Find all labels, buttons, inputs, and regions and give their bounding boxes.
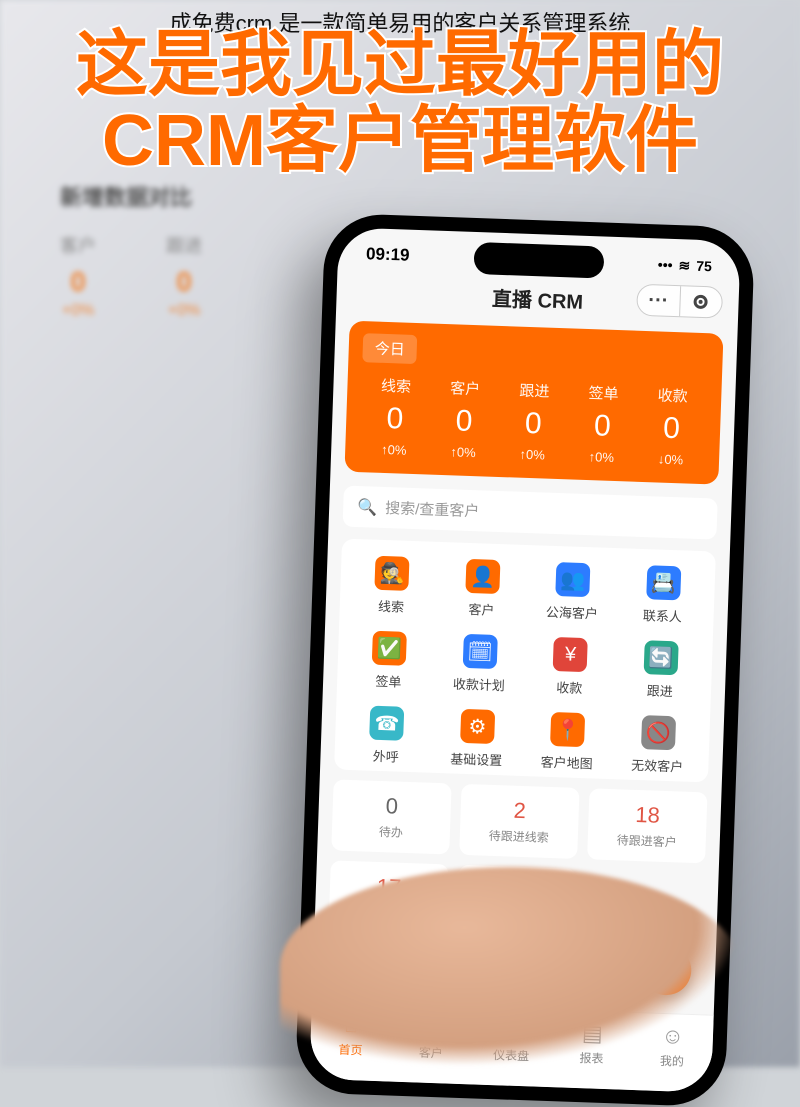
module-icon: 📍 (550, 712, 585, 747)
search-placeholder: 搜索/查重客户 (385, 497, 480, 521)
stat-col-1[interactable]: 客户 0 ↑0% (428, 377, 500, 461)
module-icon: 👤 (465, 559, 500, 594)
headline: 这是我见过最好用的CRM客户管理软件 (0, 28, 800, 179)
search-icon: 🔍 (357, 497, 378, 518)
module-收款计划[interactable]: 🗓 收款计划 (433, 633, 526, 695)
module-收款[interactable]: ¥ 收款 (524, 636, 617, 698)
module-客户地图[interactable]: 📍 客户地图 (521, 711, 614, 773)
search-input[interactable]: 🔍 搜索/查重客户 (343, 486, 718, 540)
page-title: 直播 CRM (492, 283, 584, 315)
module-icon: ☎ (369, 706, 404, 741)
module-icon: 🕵 (375, 556, 410, 591)
today-label[interactable]: 今日 (362, 333, 417, 364)
menu-icon[interactable]: ··· (637, 285, 681, 316)
stat-col-2[interactable]: 跟进 0 ↑0% (497, 379, 569, 463)
module-联系人[interactable]: 📇 联系人 (617, 564, 710, 626)
module-线索[interactable]: 🕵 线索 (346, 555, 439, 617)
stat-col-0[interactable]: 线索 0 ↑0% (359, 374, 431, 458)
module-跟进[interactable]: 🔄 跟进 (614, 639, 707, 701)
module-公海客户[interactable]: 👥 公海客户 (526, 561, 619, 623)
battery-level: 75 (696, 258, 712, 275)
tile-2[interactable]: 18 待跟进客户 (587, 788, 707, 863)
tile-0[interactable]: 0 待办 (331, 779, 451, 854)
module-签单[interactable]: ✅ 签单 (343, 630, 436, 692)
signal-icon: ••• (658, 256, 673, 273)
module-grid: 🕵 线索 👤 客户 👥 公海客户 📇 联系人 ✅ 签单 🗓 收款计划 ¥ 收款 … (334, 539, 716, 783)
module-基础设置[interactable]: ⚙ 基础设置 (431, 708, 524, 770)
tile-1[interactable]: 2 待跟进线索 (459, 784, 579, 859)
module-icon: ¥ (553, 637, 588, 672)
module-icon: ⚙ (460, 709, 495, 744)
miniprogram-capsule[interactable]: ··· (636, 284, 723, 319)
status-time: 09:19 (366, 244, 410, 266)
module-icon: 🚫 (641, 715, 676, 750)
hand (280, 867, 740, 1067)
stat-col-3[interactable]: 签单 0 ↑0% (566, 381, 638, 465)
wifi-icon: ≋ (678, 257, 690, 274)
module-icon: ✅ (372, 631, 407, 666)
module-icon: 🗓 (462, 634, 497, 669)
module-icon: 🔄 (643, 640, 678, 675)
stat-col-4[interactable]: 收款 0 ↓0% (636, 384, 708, 468)
notch (473, 242, 604, 279)
module-客户[interactable]: 👤 客户 (436, 558, 529, 620)
module-icon: 👥 (556, 562, 591, 597)
monitor-section: 新增数据对比 (60, 180, 480, 212)
module-无效客户[interactable]: 🚫 无效客户 (612, 714, 705, 776)
close-icon[interactable] (680, 286, 723, 317)
module-外呼[interactable]: ☎ 外呼 (340, 705, 433, 767)
today-stats-card: 今日 线索 0 ↑0% 客户 0 ↑0% 跟进 0 ↑0% 签单 0 ↑0% 收… (344, 321, 723, 485)
module-icon: 📇 (646, 565, 681, 600)
